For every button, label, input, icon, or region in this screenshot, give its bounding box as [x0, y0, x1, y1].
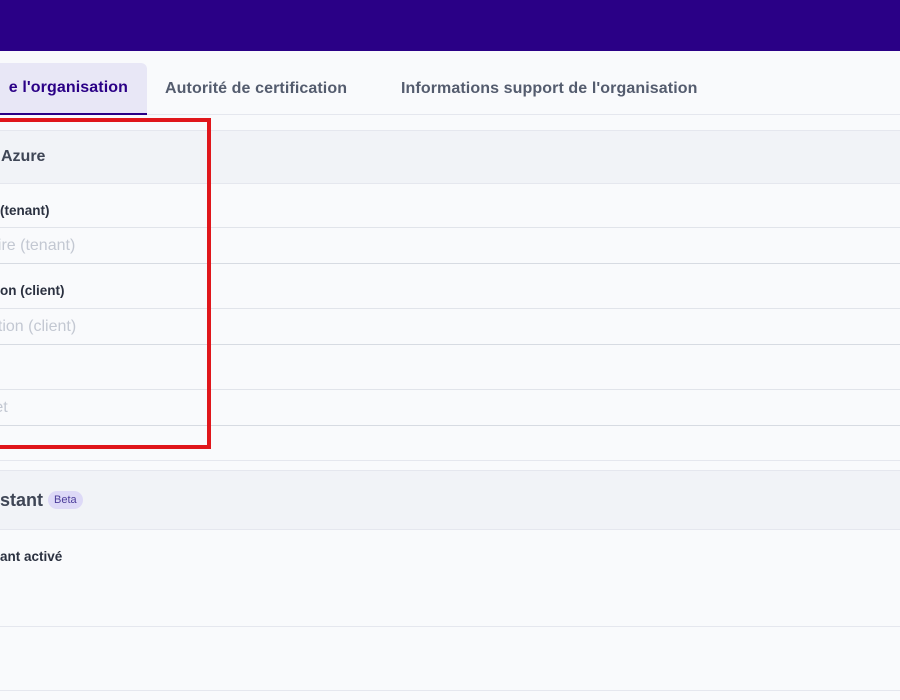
beta-badge: Beta: [48, 491, 83, 509]
tenant-field-label: (tenant): [0, 203, 50, 218]
tab-label: e l'organisation: [8, 79, 128, 96]
client-secret-input[interactable]: [0, 390, 889, 425]
section-divider: [0, 690, 900, 691]
tab-label: Informations support de l'organisation: [401, 80, 698, 97]
section-divider: [0, 460, 900, 461]
azure-section-header: Azure: [0, 130, 900, 184]
section-title: stant: [0, 489, 44, 510]
section-divider: [0, 626, 900, 627]
tab-label: Autorité de certification: [165, 80, 348, 97]
tenant-id-input[interactable]: [0, 228, 889, 263]
section-title: Azure: [1, 148, 46, 165]
tab-bar: e l'organisation Autorité de certificati…: [0, 63, 900, 115]
secret-field-wrapper: [0, 389, 900, 426]
tenant-field-wrapper: [0, 227, 900, 264]
client-id-input[interactable]: [0, 309, 889, 344]
tab-certificate-authority[interactable]: Autorité de certification: [165, 63, 347, 115]
assistant-section-header: stant Beta: [0, 470, 900, 530]
assistant-enabled-label: ant activé: [0, 549, 63, 564]
client-field-wrapper: [0, 308, 900, 345]
tab-organisation-support-info[interactable]: Informations support de l'organisation: [401, 63, 698, 115]
top-app-bar: [0, 0, 900, 51]
tab-organisation[interactable]: e l'organisation: [0, 63, 147, 115]
client-field-label: on (client): [0, 283, 65, 298]
